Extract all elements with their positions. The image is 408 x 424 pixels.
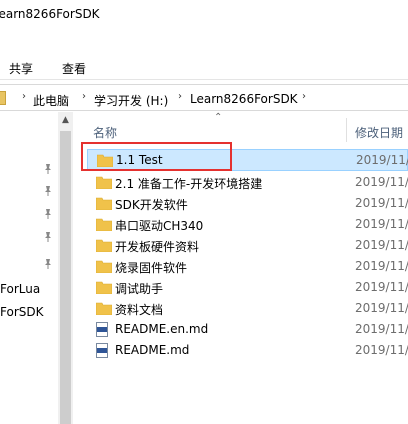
file-row[interactable]: README.en.md 2019/11/ [87,319,408,341]
highlight-annotation-box [81,142,232,171]
column-header: ⌃ 名称 修改日期 [74,112,408,146]
column-divider[interactable] [346,118,347,142]
file-date: 2019/11/ [355,217,408,231]
file-date: 2019/11/ [355,322,408,336]
file-date: 2019/11/ [355,259,408,273]
folder-icon [96,197,112,210]
tab-view[interactable]: 查看 [62,60,86,77]
pin-icon[interactable] [42,258,54,270]
file-name: 串口驱动CH340 [115,219,204,233]
folder-icon [96,176,112,189]
pin-icon[interactable] [42,163,54,175]
file-row[interactable]: 资料文档 2019/11/ [87,298,408,320]
file-row[interactable]: README.md 2019/11/ [87,340,408,362]
file-date: 2019/11/ [355,238,408,252]
folder-icon [0,91,6,105]
chevron-right-icon[interactable]: › [82,91,86,102]
folder-icon [96,302,112,315]
file-row[interactable]: 烧录固件软件 2019/11/ [87,256,408,278]
file-row[interactable]: 串口驱动CH340 2019/11/ [87,214,408,236]
folder-icon [96,281,112,294]
file-date: 2019/11/ [355,301,408,315]
scroll-up-icon[interactable]: ▲ [58,112,73,129]
folder-icon [96,218,112,231]
pin-icon[interactable] [42,185,54,197]
breadcrumb-drive[interactable]: 学习开发 (H:) [94,92,168,109]
folder-icon [96,239,112,252]
title-bar: Learn8266ForSDK [0,0,408,26]
pin-icon[interactable] [42,208,54,220]
column-date-modified[interactable]: 修改日期 [355,124,403,141]
file-date: 2019/11/ [355,196,408,210]
folder-icon [96,260,112,273]
file-date: 2019/11/ [355,343,408,357]
breadcrumb-current-folder[interactable]: Learn8266ForSDK [190,92,298,106]
chevron-right-icon[interactable]: › [22,91,26,102]
file-name: 资料文档 [115,303,164,317]
file-date: 2019/11/ [356,153,408,167]
nav-item-forlua[interactable]: ForLua [0,282,40,296]
markdown-file-icon [96,343,108,358]
chevron-right-icon[interactable]: › [178,91,182,102]
file-row[interactable]: 调试助手 2019/11/ [87,277,408,299]
navigation-pane: ForLua ForSDK [0,112,58,424]
file-date: 2019/11/ [355,175,408,189]
file-name: 开发板硬件资料 [115,240,200,254]
column-name[interactable]: 名称 [93,124,117,141]
breadcrumb-this-pc[interactable]: 此电脑 [33,92,69,109]
sort-up-icon: ⌃ [214,112,223,123]
address-bar[interactable]: › 此电脑 › 学习开发 (H:) › Learn8266ForSDK › [0,84,408,111]
file-name: SDK开发软件 [115,198,188,212]
file-name: README.md [115,343,190,357]
file-row[interactable]: SDK开发软件 2019/11/ [87,193,408,215]
nav-scrollbar[interactable]: ▲ [58,112,73,424]
window-title: Learn8266ForSDK [0,7,100,21]
chevron-right-icon[interactable]: › [302,91,306,102]
file-name: 2.1 准备工作-开发环境搭建 [115,177,263,191]
file-date: 2019/11/ [355,280,408,294]
scrollbar-thumb[interactable] [60,131,71,424]
file-name: README.en.md [115,322,209,336]
file-row[interactable]: 2.1 准备工作-开发环境搭建 2019/11/ [87,172,408,194]
pin-icon[interactable] [42,231,54,243]
tab-share[interactable]: 共享 [9,60,33,77]
ribbon-tabs: 共享 查看 [0,52,408,80]
markdown-file-icon [96,322,108,337]
nav-item-forsdk[interactable]: ForSDK [0,305,43,319]
file-list: 1.1 Test 2019/11/ 2.1 准备工作-开发环境搭建 2019/1… [74,148,408,424]
file-name: 调试助手 [115,282,164,296]
file-row[interactable]: 开发板硬件资料 2019/11/ [87,235,408,257]
file-name: 烧录固件软件 [115,261,188,275]
